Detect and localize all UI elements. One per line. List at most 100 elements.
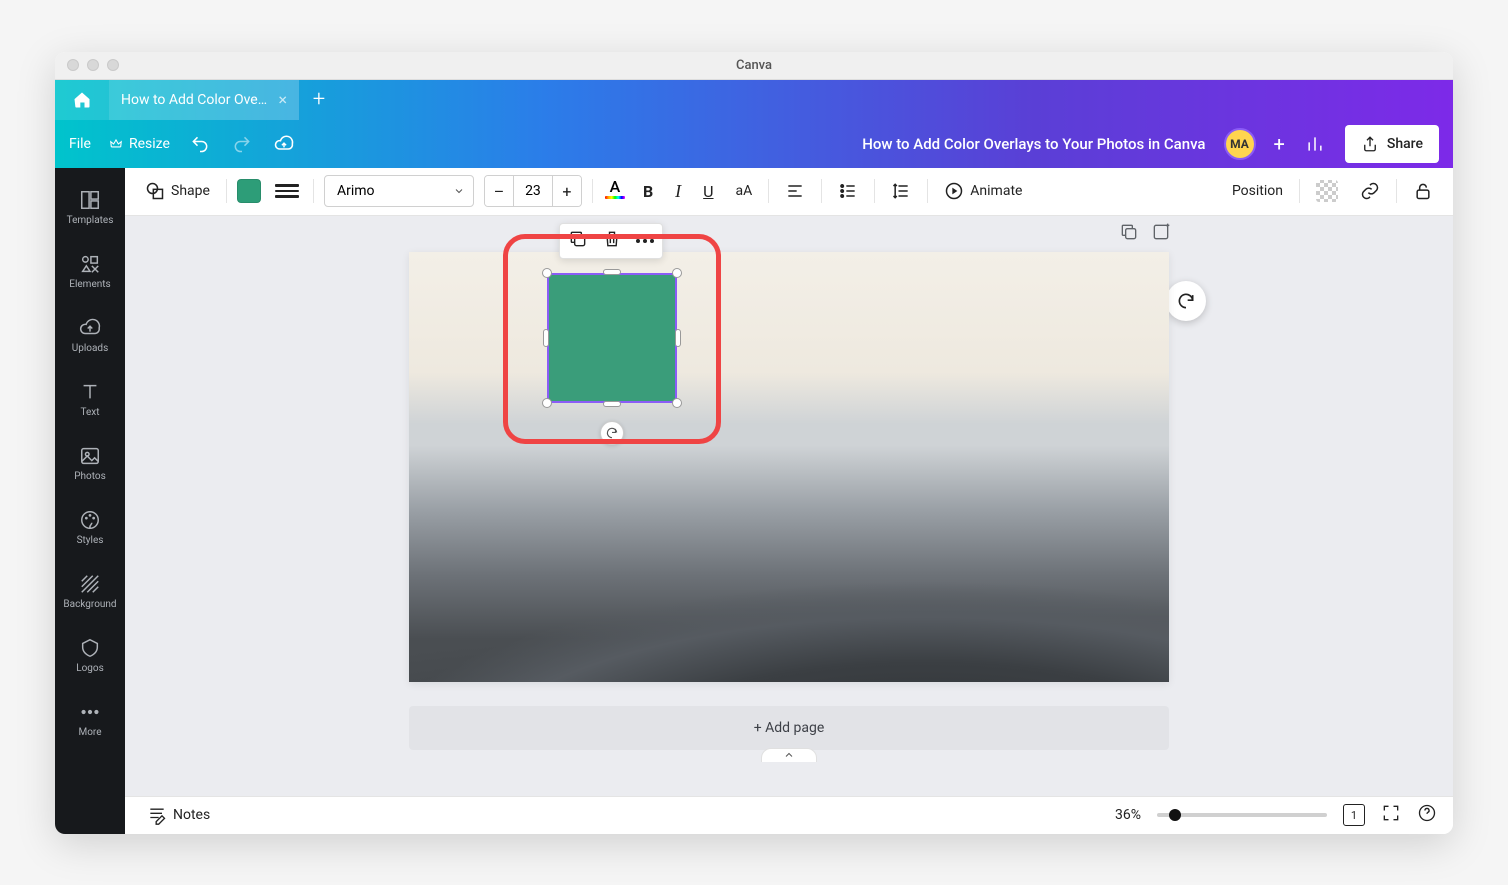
animate-icon xyxy=(944,181,964,201)
font-size-stepper: – 23 + xyxy=(484,175,582,207)
home-icon xyxy=(72,90,92,110)
sidebar-item-uploads[interactable]: Uploads xyxy=(55,306,125,366)
app-window: Canva How to Add Color Ove... × + File R… xyxy=(55,52,1453,834)
elements-icon xyxy=(79,253,101,275)
new-tab-button[interactable]: + xyxy=(299,80,339,120)
sidebar-item-text[interactable]: Text xyxy=(55,370,125,430)
divider xyxy=(1396,179,1397,203)
resize-handle-bl[interactable] xyxy=(542,398,552,408)
text-case-button[interactable]: aA xyxy=(730,175,759,207)
page-canvas[interactable] xyxy=(409,252,1169,682)
divider xyxy=(313,179,314,203)
resize-handle-right[interactable] xyxy=(675,329,681,347)
spacing-button[interactable] xyxy=(885,175,917,207)
italic-button[interactable]: I xyxy=(669,175,687,207)
list-button[interactable] xyxy=(832,175,864,207)
app-menubar: File Resize How to Add Color Overlays to… xyxy=(55,120,1453,168)
photos-icon xyxy=(79,445,101,467)
sidebar-item-logos[interactable]: Logos xyxy=(55,626,125,686)
resize-handle-tr[interactable] xyxy=(672,268,682,278)
add-collaborator-button[interactable]: + xyxy=(1274,132,1285,156)
resize-handle-tl[interactable] xyxy=(542,268,552,278)
sidebar-item-background[interactable]: Background xyxy=(55,562,125,622)
font-size-value[interactable]: 23 xyxy=(513,176,553,206)
shape-tool-button[interactable]: Shape xyxy=(139,175,216,207)
fill-color-swatch[interactable] xyxy=(237,179,261,203)
more-options-button[interactable] xyxy=(636,239,654,243)
resize-handle-bottom[interactable] xyxy=(603,401,621,407)
undo-button[interactable] xyxy=(188,132,212,156)
expand-panel-handle[interactable] xyxy=(761,748,817,762)
align-button[interactable] xyxy=(779,175,811,207)
chevron-up-icon xyxy=(783,749,795,761)
avatar[interactable]: MA xyxy=(1224,128,1256,160)
lock-button[interactable] xyxy=(1407,175,1439,207)
fullscreen-button[interactable] xyxy=(1381,803,1401,827)
background-photo[interactable] xyxy=(409,252,1169,682)
notes-button[interactable]: Notes xyxy=(141,799,216,831)
canvas-area[interactable]: + Add page xyxy=(125,216,1453,796)
refresh-icon xyxy=(1176,291,1196,311)
text-color-button[interactable]: A xyxy=(603,177,627,205)
zoom-slider[interactable] xyxy=(1157,813,1327,817)
selected-shape[interactable] xyxy=(547,273,677,403)
zoom-value: 36% xyxy=(1115,807,1141,823)
sidebar-item-photos[interactable]: Photos xyxy=(55,434,125,494)
resize-handle-br[interactable] xyxy=(672,398,682,408)
document-tab[interactable]: How to Add Color Ove... × xyxy=(109,80,299,120)
tab-label: How to Add Color Ove... xyxy=(121,92,268,108)
sidebar-item-styles[interactable]: Styles xyxy=(55,498,125,558)
shape-fill[interactable] xyxy=(547,273,677,403)
font-size-increase[interactable]: + xyxy=(553,176,581,206)
close-tab-icon[interactable]: × xyxy=(278,90,287,109)
app-title: Canva xyxy=(55,58,1453,73)
notes-icon xyxy=(147,805,167,825)
uploads-icon xyxy=(79,317,101,339)
share-button[interactable]: Share xyxy=(1345,125,1439,163)
text-icon xyxy=(79,381,101,403)
redo-button[interactable] xyxy=(230,132,254,156)
animate-button[interactable]: Animate xyxy=(938,175,1028,207)
styles-icon xyxy=(79,509,101,531)
workspace: Templates Elements Uploads Text Photos S… xyxy=(55,168,1453,834)
tab-bar: How to Add Color Ove... × + xyxy=(55,80,1453,120)
undo-icon xyxy=(190,134,210,154)
sidebar-item-elements[interactable]: Elements xyxy=(55,242,125,302)
resize-menu[interactable]: Resize xyxy=(109,136,170,152)
delete-button[interactable] xyxy=(602,229,622,253)
bold-button[interactable]: B xyxy=(637,175,659,207)
position-button[interactable]: Position xyxy=(1226,175,1289,207)
resize-handle-left[interactable] xyxy=(543,329,549,347)
cloud-save-button[interactable] xyxy=(272,132,296,156)
regenerate-button[interactable] xyxy=(1166,281,1206,321)
duplicate-page-button[interactable] xyxy=(1119,222,1139,246)
rotate-handle[interactable] xyxy=(600,421,624,445)
crown-icon xyxy=(109,137,123,151)
zoom-thumb[interactable] xyxy=(1169,809,1181,821)
underline-button[interactable]: U xyxy=(697,175,719,207)
page-actions xyxy=(1119,222,1171,246)
insights-button[interactable] xyxy=(1303,132,1327,156)
font-size-decrease[interactable]: – xyxy=(485,176,513,206)
font-select[interactable]: Arimo xyxy=(324,175,474,207)
document-title[interactable]: How to Add Color Overlays to Your Photos… xyxy=(862,135,1205,153)
add-page-button[interactable]: + Add page xyxy=(409,706,1169,750)
home-tab[interactable] xyxy=(55,80,109,120)
sidebar-item-templates[interactable]: Templates xyxy=(55,178,125,238)
resize-handle-top[interactable] xyxy=(603,269,621,275)
file-menu[interactable]: File xyxy=(69,136,91,152)
page-indicator[interactable]: 1 xyxy=(1343,804,1365,826)
divider xyxy=(768,179,769,203)
sidebar: Templates Elements Uploads Text Photos S… xyxy=(55,168,125,834)
rotate-icon xyxy=(605,426,619,440)
list-icon xyxy=(838,181,858,201)
editor-panel: Shape Arimo – 23 + A B I U xyxy=(125,168,1453,834)
add-page-icon-button[interactable] xyxy=(1151,222,1171,246)
duplicate-button[interactable] xyxy=(568,229,588,253)
sidebar-item-more[interactable]: More xyxy=(55,690,125,750)
share-icon xyxy=(1361,135,1379,153)
border-style-button[interactable] xyxy=(271,179,303,203)
help-button[interactable] xyxy=(1417,803,1437,827)
transparency-button[interactable] xyxy=(1310,175,1344,207)
link-button[interactable] xyxy=(1354,175,1386,207)
